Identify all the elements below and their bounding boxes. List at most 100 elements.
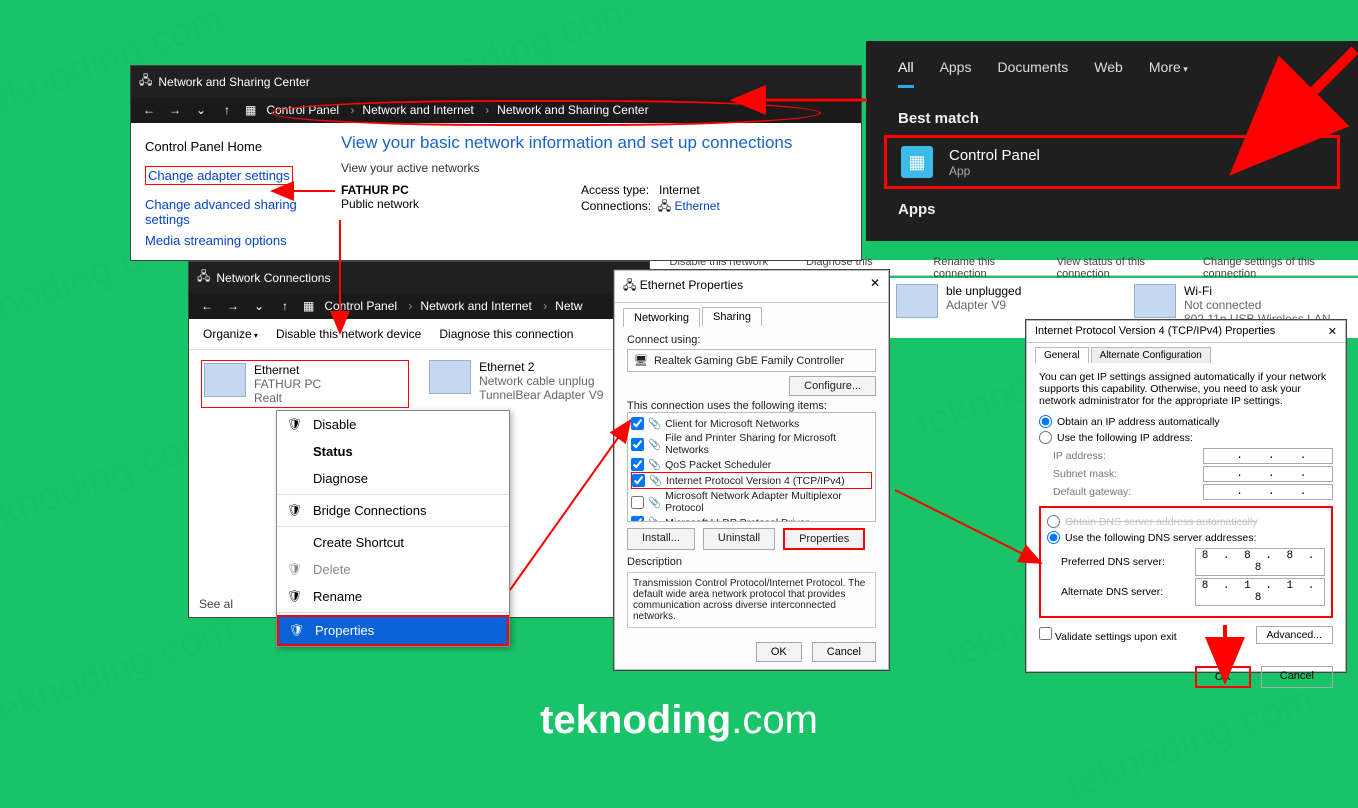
gateway-field: . . . bbox=[1203, 484, 1333, 500]
r3-label: Obtain DNS server address automatically bbox=[1065, 516, 1258, 528]
search-tab-web[interactable]: Web bbox=[1094, 59, 1123, 88]
change-settings[interactable]: Change settings of this connection bbox=[1203, 256, 1350, 280]
breadcrumb[interactable]: Control Panel Network and Internet Netwo… bbox=[266, 103, 656, 117]
adapter-name: Ethernet bbox=[254, 363, 321, 377]
ethernet-properties-dialog: 🖧 Ethernet Properties ✕ Networking Shari… bbox=[614, 270, 889, 670]
adns-field[interactable]: 8 . 1 . 1 . 8 bbox=[1195, 578, 1325, 606]
media-streaming-link[interactable]: Media streaming options bbox=[145, 233, 307, 248]
cancel-button[interactable]: Cancel bbox=[812, 642, 876, 662]
recent-icon[interactable]: ⌄ bbox=[193, 103, 209, 117]
search-tab-documents[interactable]: Documents bbox=[997, 59, 1068, 88]
close-icon[interactable]: ✕ bbox=[870, 276, 880, 297]
disable-device[interactable]: Disable this network device bbox=[276, 327, 421, 341]
ok-button[interactable]: OK bbox=[1195, 666, 1251, 688]
connection-ethernet-link[interactable]: Ethernet bbox=[674, 199, 719, 213]
forward-icon[interactable]: → bbox=[225, 299, 241, 313]
forward-icon[interactable]: → bbox=[167, 103, 183, 117]
ok-button[interactable]: OK bbox=[756, 642, 802, 662]
bc-nsc[interactable]: Network and Sharing Center bbox=[497, 103, 656, 117]
adapter-icon bbox=[204, 363, 246, 397]
back-icon[interactable]: ← bbox=[199, 299, 215, 313]
change-adv-link[interactable]: Change advanced sharing settings bbox=[145, 197, 307, 227]
organize-menu[interactable]: Organize bbox=[203, 327, 258, 341]
uninstall-button[interactable]: Uninstall bbox=[703, 528, 775, 550]
breadcrumb[interactable]: Control Panel Network and Internet Netw bbox=[324, 299, 590, 313]
r4-label: Use the following DNS server addresses: bbox=[1065, 532, 1256, 544]
nic-icon: 🖥 bbox=[634, 354, 648, 367]
up-icon[interactable]: ↑ bbox=[219, 103, 235, 117]
chk[interactable] bbox=[631, 496, 644, 509]
list-item[interactable]: Client for Microsoft Networks bbox=[665, 418, 799, 430]
cp-home-link[interactable]: Control Panel Home bbox=[145, 139, 307, 154]
search-tab-apps[interactable]: Apps bbox=[940, 59, 972, 88]
protocol-list[interactable]: 📎Client for Microsoft Networks 📎File and… bbox=[627, 412, 876, 522]
list-item[interactable]: Microsoft LLDP Protocol Driver bbox=[665, 517, 809, 523]
adapter-context-menu: Disable Status Diagnose Bridge Connectio… bbox=[276, 410, 510, 647]
diagnose[interactable]: Diagnose this connection bbox=[439, 327, 573, 341]
radio-static-ip[interactable] bbox=[1039, 431, 1052, 444]
ctx-diagnose[interactable]: Diagnose bbox=[277, 465, 509, 492]
adapter-hw: TunnelBear Adapter V9 bbox=[479, 388, 603, 402]
advanced-button[interactable]: Advanced... bbox=[1256, 626, 1333, 644]
access-label: Access type: bbox=[581, 183, 649, 197]
network-sharing-center-window: 🖧 Network and Sharing Center ← → ⌄ ↑ ▦ C… bbox=[131, 66, 861, 260]
chk[interactable] bbox=[632, 474, 645, 487]
adapter-ethernet[interactable]: Ethernet FATHUR PC Realt bbox=[201, 360, 409, 408]
tab-networking[interactable]: Networking bbox=[623, 308, 700, 327]
adapter-ethernet2[interactable]: Ethernet 2 Network cable unplug TunnelBe… bbox=[429, 360, 637, 408]
properties-button[interactable]: Properties bbox=[783, 528, 865, 550]
search-tab-all[interactable]: All bbox=[898, 59, 914, 88]
bc-cp[interactable]: Control Panel bbox=[324, 299, 412, 313]
search-result-title: Control Panel bbox=[949, 147, 1040, 164]
radio-auto-ip[interactable] bbox=[1039, 415, 1052, 428]
change-adapter-link[interactable]: Change adapter settings bbox=[145, 166, 293, 185]
bc-control-panel[interactable]: Control Panel bbox=[266, 103, 354, 117]
radio-static-dns[interactable] bbox=[1047, 531, 1060, 544]
ctx-shortcut[interactable]: Create Shortcut bbox=[277, 529, 509, 556]
chk[interactable] bbox=[631, 438, 644, 451]
radio-auto-dns[interactable] bbox=[1047, 515, 1060, 528]
tab-alt[interactable]: Alternate Configuration bbox=[1091, 347, 1211, 363]
close-icon[interactable]: ✕ bbox=[1328, 325, 1337, 338]
ep-title: Ethernet Properties bbox=[640, 278, 743, 292]
chk[interactable] bbox=[631, 516, 644, 522]
up-icon[interactable]: ↑ bbox=[277, 299, 293, 313]
cancel-button[interactable]: Cancel bbox=[1261, 666, 1333, 688]
connections-label: Connections: bbox=[581, 199, 651, 213]
pdns-field[interactable]: 8 . 8 . 8 . 8 bbox=[1195, 548, 1325, 576]
bc-nc[interactable]: Netw bbox=[555, 299, 590, 313]
wifi-name: Wi-Fi bbox=[1184, 284, 1348, 298]
adapter-desc: Adapter V9 bbox=[946, 298, 1021, 312]
recent-icon[interactable]: ⌄ bbox=[251, 299, 267, 313]
pc-name: FATHUR PC bbox=[341, 183, 409, 197]
ctx-rename[interactable]: Rename bbox=[277, 583, 509, 610]
list-item-ipv4[interactable]: Internet Protocol Version 4 (TCP/IPv4) bbox=[666, 475, 845, 487]
list-item[interactable]: File and Printer Sharing for Microsoft N… bbox=[665, 432, 872, 456]
rename[interactable]: Rename this connection bbox=[933, 256, 1036, 280]
search-tab-more[interactable]: More bbox=[1149, 59, 1188, 88]
adapter-hw: Realt bbox=[254, 391, 321, 405]
ip-title: Internet Protocol Version 4 (TCP/IPv4) P… bbox=[1035, 325, 1275, 338]
install-button[interactable]: Install... bbox=[627, 528, 695, 550]
cp-icon: ▦ bbox=[303, 299, 314, 313]
ctx-bridge[interactable]: Bridge Connections bbox=[277, 497, 509, 524]
list-item[interactable]: Microsoft Network Adapter Multiplexor Pr… bbox=[665, 490, 872, 514]
bc-ni[interactable]: Network and Internet bbox=[420, 299, 547, 313]
nsc-heading: View your basic network information and … bbox=[341, 133, 841, 153]
view-status[interactable]: View status of this connection bbox=[1057, 256, 1183, 280]
ctx-disable[interactable]: Disable bbox=[277, 411, 509, 438]
back-icon[interactable]: ← bbox=[141, 103, 157, 117]
tab-general[interactable]: General bbox=[1035, 347, 1089, 363]
network-icon: 🖧 bbox=[197, 267, 210, 288]
list-item[interactable]: QoS Packet Scheduler bbox=[665, 459, 771, 471]
ctx-properties[interactable]: Properties bbox=[277, 615, 509, 646]
bc-network-internet[interactable]: Network and Internet bbox=[362, 103, 489, 117]
configure-button[interactable]: Configure... bbox=[789, 376, 876, 396]
validate-checkbox[interactable] bbox=[1039, 627, 1052, 640]
tab-sharing[interactable]: Sharing bbox=[702, 307, 762, 326]
search-result-control-panel[interactable]: Control Panel App bbox=[884, 135, 1340, 189]
chk[interactable] bbox=[631, 417, 644, 430]
ctx-status[interactable]: Status bbox=[277, 438, 509, 465]
adapter-icon bbox=[896, 284, 938, 318]
chk[interactable] bbox=[631, 458, 644, 471]
